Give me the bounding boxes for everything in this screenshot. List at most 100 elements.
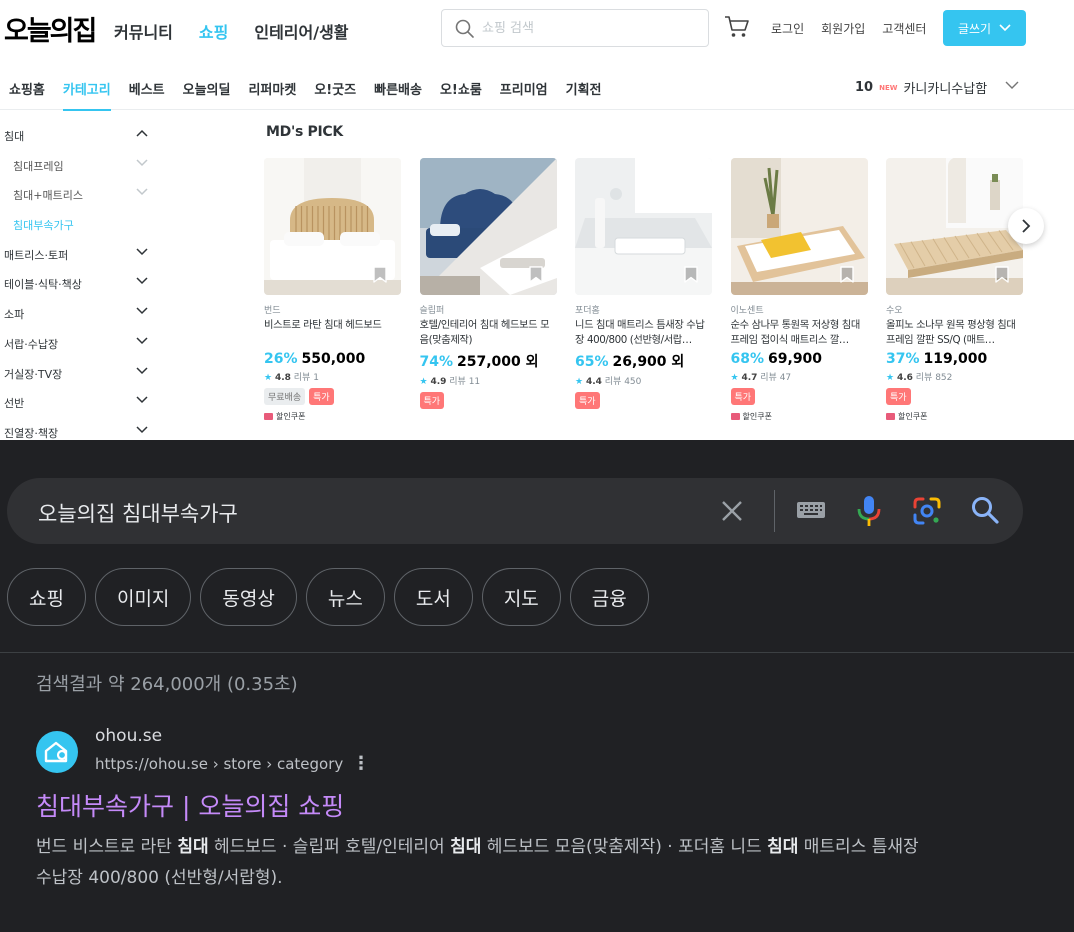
new-badge: NEW [879,83,898,92]
site-logo[interactable]: 오늘의집 [4,9,97,48]
subnav-refurb-market[interactable]: 리퍼마켓 [248,79,296,111]
sidebar-category-label: 서랍·수납장 [4,337,59,351]
chevron-down-icon[interactable] [136,188,148,196]
chevron-down-icon[interactable] [136,277,148,285]
sidebar-category-item[interactable]: 침대부속가구 [0,207,160,237]
chevron-down-icon[interactable] [136,159,148,167]
result-title-link[interactable]: 침대부속가구 | 오늘의집 쇼핑 [36,787,344,823]
product-rating-row: ★ 4.7 리뷰 47 [731,370,868,383]
cart-icon[interactable] [724,15,750,43]
login-link[interactable]: 로그인 [771,20,804,37]
chevron-right-icon [1022,219,1031,233]
main-nav-interior[interactable]: 인테리어/생활 [254,19,348,43]
sidebar-category-item[interactable]: 매트리스·토퍼 [0,237,160,267]
bookmark-icon[interactable] [995,266,1009,283]
bookmark-icon[interactable] [373,266,387,283]
bookmark-icon[interactable] [684,266,698,283]
tab-shopping[interactable]: 쇼핑 [7,568,86,626]
sidebar-category-item[interactable]: 진열장·책장 [0,415,160,440]
subnav-today-deal[interactable]: 오늘의딜 [183,79,231,111]
ohouse-favicon[interactable] [36,731,78,773]
chevron-up-icon[interactable] [136,129,148,137]
search-query[interactable]: 오늘의집 침대부속가구 [38,498,238,528]
sidebar-category-item[interactable]: 침대프레임 [0,148,160,178]
carousel-next-button[interactable] [1008,208,1044,244]
result-url[interactable]: https://ohou.se › store › category [95,755,343,773]
search-divider [774,490,775,532]
product-name[interactable]: 호텔/인테리어 침대 헤드보드 모음(맞춤제작) [420,318,557,348]
signup-link[interactable]: 회원가입 [821,20,865,37]
more-options-icon[interactable]: ⋮ [352,755,370,773]
chevron-down-icon[interactable] [136,396,148,404]
subnav-exhibitions[interactable]: 기획전 [566,79,602,111]
product-name[interactable]: 비스트로 라탄 침대 헤드보드 [264,318,401,348]
chevron-down-icon[interactable] [136,426,148,434]
product-card[interactable]: 포더홈 니드 침대 매트리스 틈새장 수납장 400/800 (선반형/서랍… … [575,158,712,409]
microphone-icon[interactable] [856,495,882,527]
chevron-down-icon[interactable] [136,307,148,315]
google-lens-icon[interactable] [912,496,942,526]
tab-videos[interactable]: 동영상 [200,568,297,626]
product-name[interactable]: 니드 침대 매트리스 틈새장 수납장 400/800 (선반형/서랍… [575,318,712,348]
tab-news[interactable]: 뉴스 [305,568,385,626]
tab-maps[interactable]: 지도 [481,568,561,626]
bookmark-icon[interactable] [839,266,854,283]
subnav-fast-delivery[interactable]: 빠른배송 [374,79,422,111]
product-image[interactable] [419,158,557,295]
special-price-badge: 특가 [309,388,334,405]
subnav-shop-home[interactable]: 쇼핑홈 [9,79,45,111]
sidebar-category-item[interactable]: 침대+매트리스 [0,177,160,207]
product-price-row: 65% 26,900 외 [575,351,712,371]
result-site-name[interactable]: ohou.se [95,726,162,746]
close-icon[interactable] [721,500,743,522]
popular-keyword-ticker[interactable]: 10 NEW 카니카니수납함 [855,78,987,97]
result-stats: 검색결과 약 264,000개 (0.35초) [36,674,298,695]
search-icon[interactable] [970,495,1000,525]
product-card[interactable]: 번드 비스트로 라탄 침대 헤드보드 26% 550,000 ★ 4.8 리뷰 1… [264,158,401,422]
google-search-bar[interactable]: 오늘의집 침대부속가구 [7,478,1023,544]
subnav-o-goods[interactable]: 오!굿즈 [314,79,356,111]
subnav-premium[interactable]: 프리미엄 [500,79,548,111]
tab-finance[interactable]: 금융 [569,568,649,626]
product-card[interactable]: 슬립퍼 호텔/인테리어 침대 헤드보드 모음(맞춤제작) 74% 257,000 … [419,158,557,409]
product-name[interactable]: 순수 삼나무 통원목 저상형 침대프레임 접이식 매트리스 깔… [731,318,868,348]
chevron-down-icon[interactable] [136,337,148,345]
chevron-down-icon[interactable] [1005,81,1019,90]
product-image[interactable] [575,158,712,295]
sidebar-category-item[interactable]: 테이블·식탁·책상 [0,266,160,296]
product-brand: 슬립퍼 [419,306,445,316]
sidebar-category-item[interactable]: 침대 [0,118,160,148]
keyboard-icon[interactable] [796,500,826,520]
tab-images[interactable]: 이미지 [94,568,192,626]
product-card[interactable]: 이노센트 순수 삼나무 통원목 저상형 침대프레임 접이식 매트리스 깔… 68… [730,158,868,422]
shop-search-input[interactable] [482,18,682,38]
special-price-badge: 특가 [575,392,600,409]
product-image[interactable] [886,158,1023,295]
sidebar-category-item[interactable]: 소파 [0,296,160,326]
product-card[interactable]: 수오 올피노 소나무 원목 평상형 침대 프레임 깔판 SS/Q (매트… 37… [886,158,1023,422]
write-button[interactable]: 글쓰기 [943,10,1026,46]
chevron-down-icon[interactable] [136,248,148,256]
tab-books[interactable]: 도서 [393,568,473,626]
product-image[interactable] [730,158,868,295]
chevron-down-icon [999,24,1011,32]
star-icon: ★ [575,377,584,387]
bookmark-icon[interactable] [528,266,543,283]
product-image[interactable] [264,158,401,295]
rating-value: 4.7 [741,373,758,383]
subnav-best[interactable]: 베스트 [129,79,165,111]
sidebar-category-item[interactable]: 선반 [0,385,160,415]
product-price: 119,000 [923,351,988,367]
product-name[interactable]: 올피노 소나무 원목 평상형 침대 프레임 깔판 SS/Q (매트… [886,318,1023,348]
sidebar-category-item[interactable]: 거실장·TV장 [0,356,160,386]
product-rating-row: ★ 4.4 리뷰 450 [575,374,712,387]
main-nav-shopping[interactable]: 쇼핑 [199,19,228,43]
shop-search-box[interactable] [441,9,709,47]
customer-center-link[interactable]: 고객센터 [882,20,926,37]
main-nav-community[interactable]: 커뮤니티 [114,19,173,43]
chevron-down-icon[interactable] [136,366,148,375]
subnav-o-showroom[interactable]: 오!쇼룸 [440,79,482,111]
sidebar-category-label: 소파 [4,308,25,322]
subnav-category[interactable]: 카테고리 [62,79,111,111]
sidebar-category-item[interactable]: 서랍·수납장 [0,326,160,356]
